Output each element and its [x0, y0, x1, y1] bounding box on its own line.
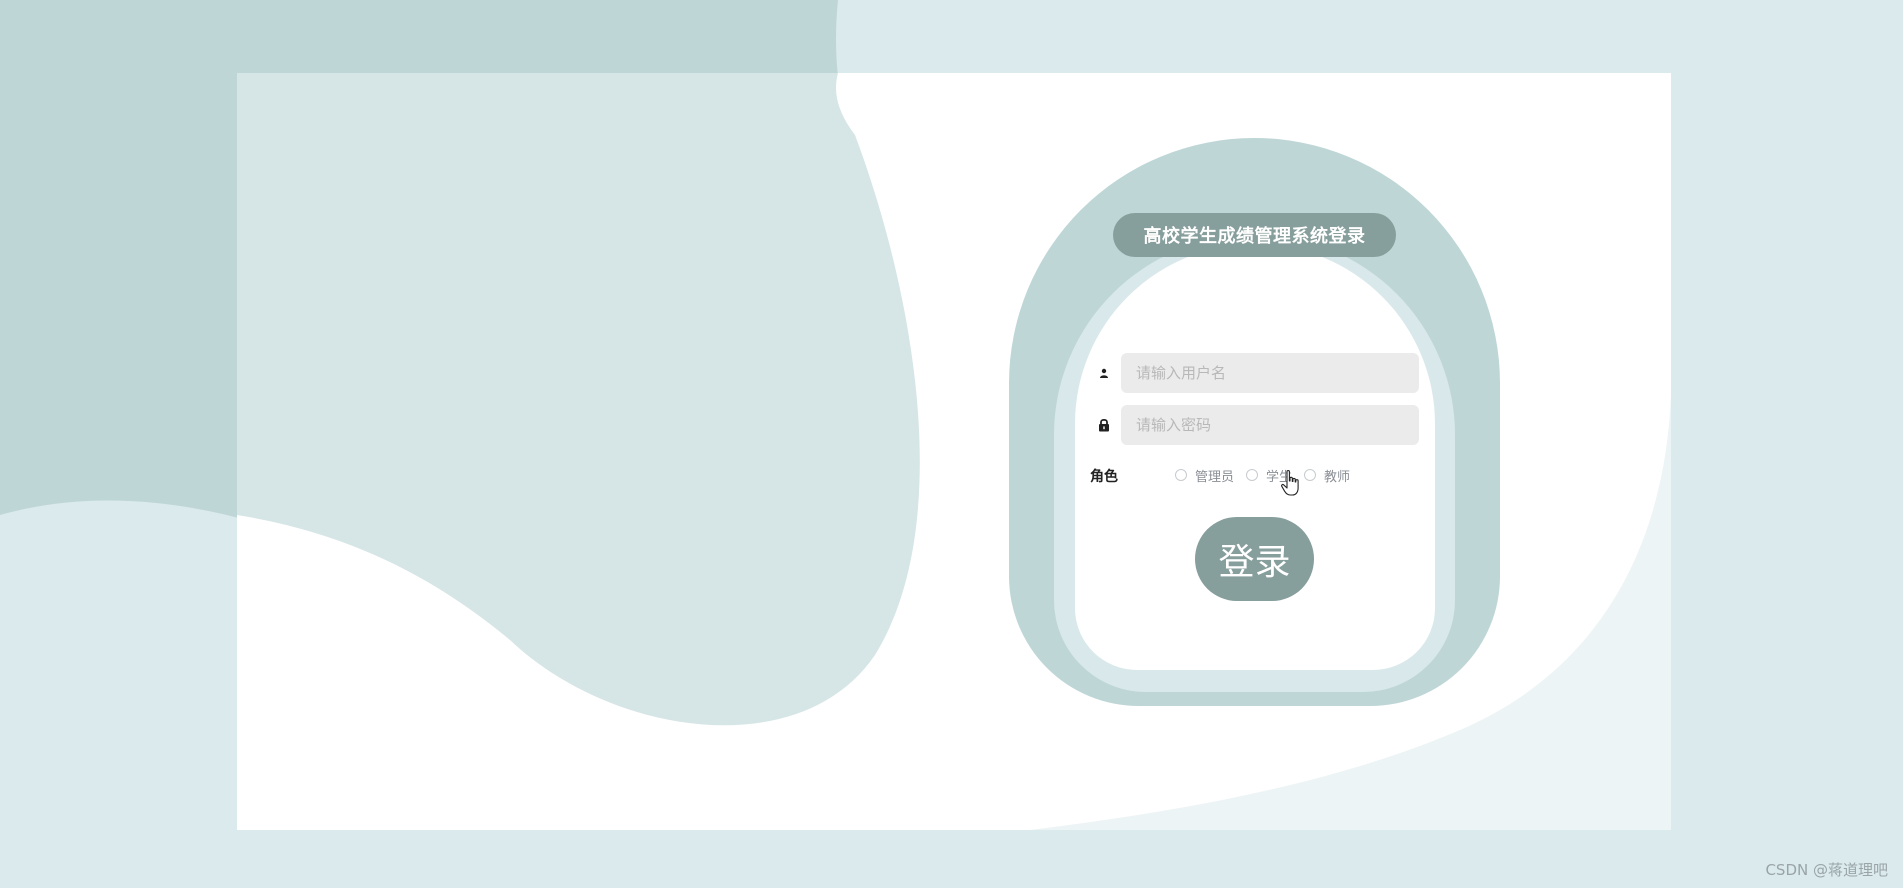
radio-circle-icon[interactable]	[1175, 469, 1187, 481]
radio-circle-icon[interactable]	[1246, 469, 1259, 481]
login-title: 高校学生成绩管理系统登录	[1113, 213, 1396, 257]
role-label: 角色	[1090, 469, 1118, 485]
watermark: CSDN @蒋道理吧	[1765, 861, 1888, 879]
login-button[interactable]: 登录	[1195, 517, 1314, 601]
password-input[interactable]	[1121, 405, 1419, 445]
role-radio-admin[interactable]: 管理员	[1175, 466, 1234, 485]
radio-circle-icon[interactable]	[1304, 469, 1317, 481]
login-card-body	[1075, 244, 1435, 670]
lock-icon	[1093, 415, 1115, 435]
user-icon	[1093, 363, 1115, 383]
background-shapes	[0, 0, 1903, 888]
password-row	[1093, 405, 1419, 445]
hand-pointer-icon	[1281, 469, 1299, 496]
role-radio-label: 教师	[1324, 469, 1351, 485]
role-radio-group: 管理员 学生 教师	[1175, 465, 1362, 485]
role-radio-label: 管理员	[1195, 469, 1235, 485]
username-input[interactable]	[1121, 353, 1419, 393]
role-radio-teacher[interactable]: 教师	[1304, 466, 1350, 485]
username-row	[1093, 353, 1419, 393]
